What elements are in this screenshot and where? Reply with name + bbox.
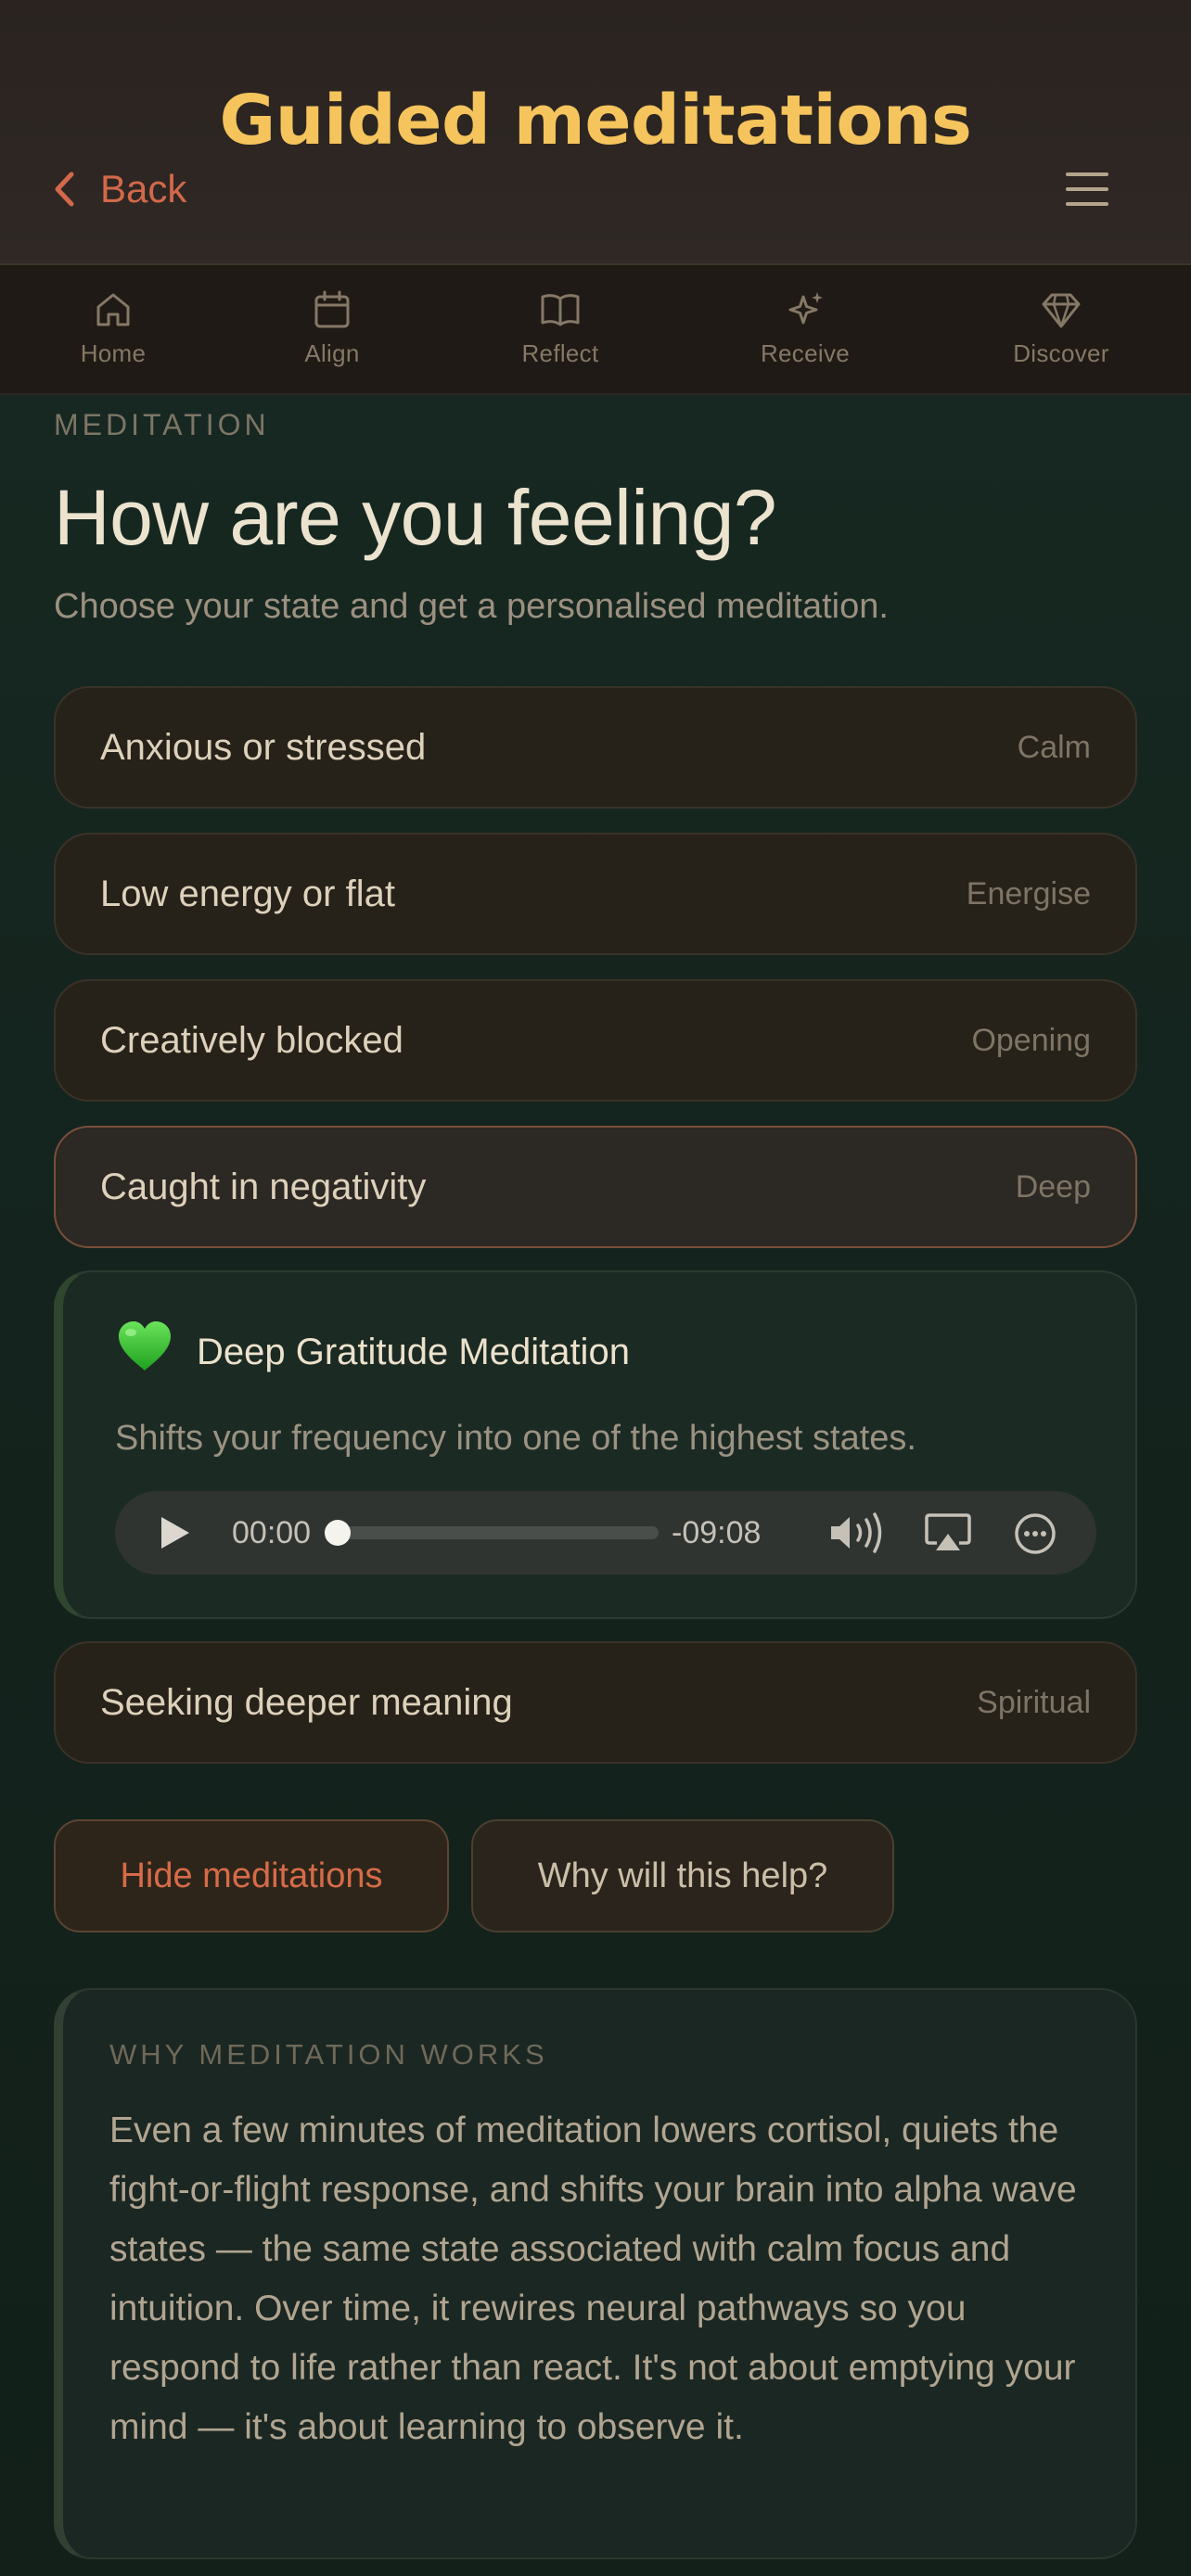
tab-home[interactable]: Home [20,265,206,395]
meditation-description: Shifts your frequency into one of the hi… [115,1419,916,1458]
tab-discover[interactable]: Discover [968,265,1154,395]
mood-option-label: Seeking deeper meaning [100,1682,513,1723]
more-options-icon[interactable] [1013,1511,1057,1561]
section-eyebrow: MEDITATION [54,408,270,441]
page-header-title: Guided meditations [219,81,972,160]
info-eyebrow: WHY MEDITATION WORKS [109,2038,548,2071]
volume-button[interactable] [827,1511,892,1559]
mood-option-low-energy[interactable]: Low energy or flat Energise [54,833,1137,955]
meditation-title: Deep Gratitude Meditation [197,1332,630,1372]
airplay-icon[interactable] [924,1511,972,1559]
audio-remaining-time: -09:08 [672,1515,762,1550]
mood-option-label: Anxious or stressed [100,727,427,768]
tab-discover-label: Discover [1013,339,1109,367]
audio-scrubber-knob[interactable] [325,1520,351,1546]
hamburger-icon [1065,172,1109,213]
mood-option-tag: Energise [966,876,1091,912]
page-subtitle: Choose your state and get a personalised… [54,587,889,626]
meditation-card: Deep Gratitude Meditation Shifts your fr… [54,1270,1137,1619]
chevron-left-icon [54,172,74,207]
tab-align[interactable]: Align [239,265,425,395]
tab-bar: Home Align Reflect Receive Discover [0,265,1191,395]
mood-option-label: Caught in negativity [100,1167,427,1207]
page-title: How are you feeling? [54,474,777,561]
info-body: Even a few minutes of meditation lowers … [109,2111,1077,2447]
why-will-this-help-button[interactable]: Why will this help? [471,1819,894,1932]
mood-option-tag: Calm [1017,730,1091,765]
tab-reflect[interactable]: Reflect [467,265,653,395]
mood-option-tag: Spiritual [977,1685,1091,1720]
mood-option-tag: Opening [971,1023,1091,1058]
mood-option-negativity[interactable]: Caught in negativity Deep [54,1126,1137,1248]
tab-reflect-label: Reflect [521,339,599,367]
tab-receive[interactable]: Receive [712,265,898,395]
tab-receive-label: Receive [760,339,851,367]
audio-current-time: 00:00 [232,1515,312,1550]
audio-player: 00:00 -09:08 [115,1491,1096,1575]
mood-option-tag: Deep [1015,1169,1091,1205]
tab-home-label: Home [80,339,147,367]
mood-option-label: Creatively blocked [100,1020,403,1061]
back-button[interactable]: Back [54,159,186,219]
app-header: Guided meditations Back [0,0,1191,265]
menu-button[interactable] [1065,169,1109,210]
mood-option-anxious[interactable]: Anxious or stressed Calm [54,686,1137,809]
mood-option-creatively-blocked[interactable]: Creatively blocked Opening [54,979,1137,1102]
green-heart-icon [115,1319,174,1379]
audio-scrubber[interactable] [325,1520,659,1546]
back-label: Back [100,167,187,210]
hide-meditations-button[interactable]: Hide meditations [54,1819,449,1932]
mood-option-label: Low energy or flat [100,874,395,914]
info-card: WHY MEDITATION WORKS Even a few minutes … [54,1988,1137,2559]
play-button[interactable] [158,1514,193,1556]
tab-align-label: Align [304,339,360,367]
mood-option-deeper-meaning[interactable]: Seeking deeper meaning Spiritual [54,1641,1137,1764]
